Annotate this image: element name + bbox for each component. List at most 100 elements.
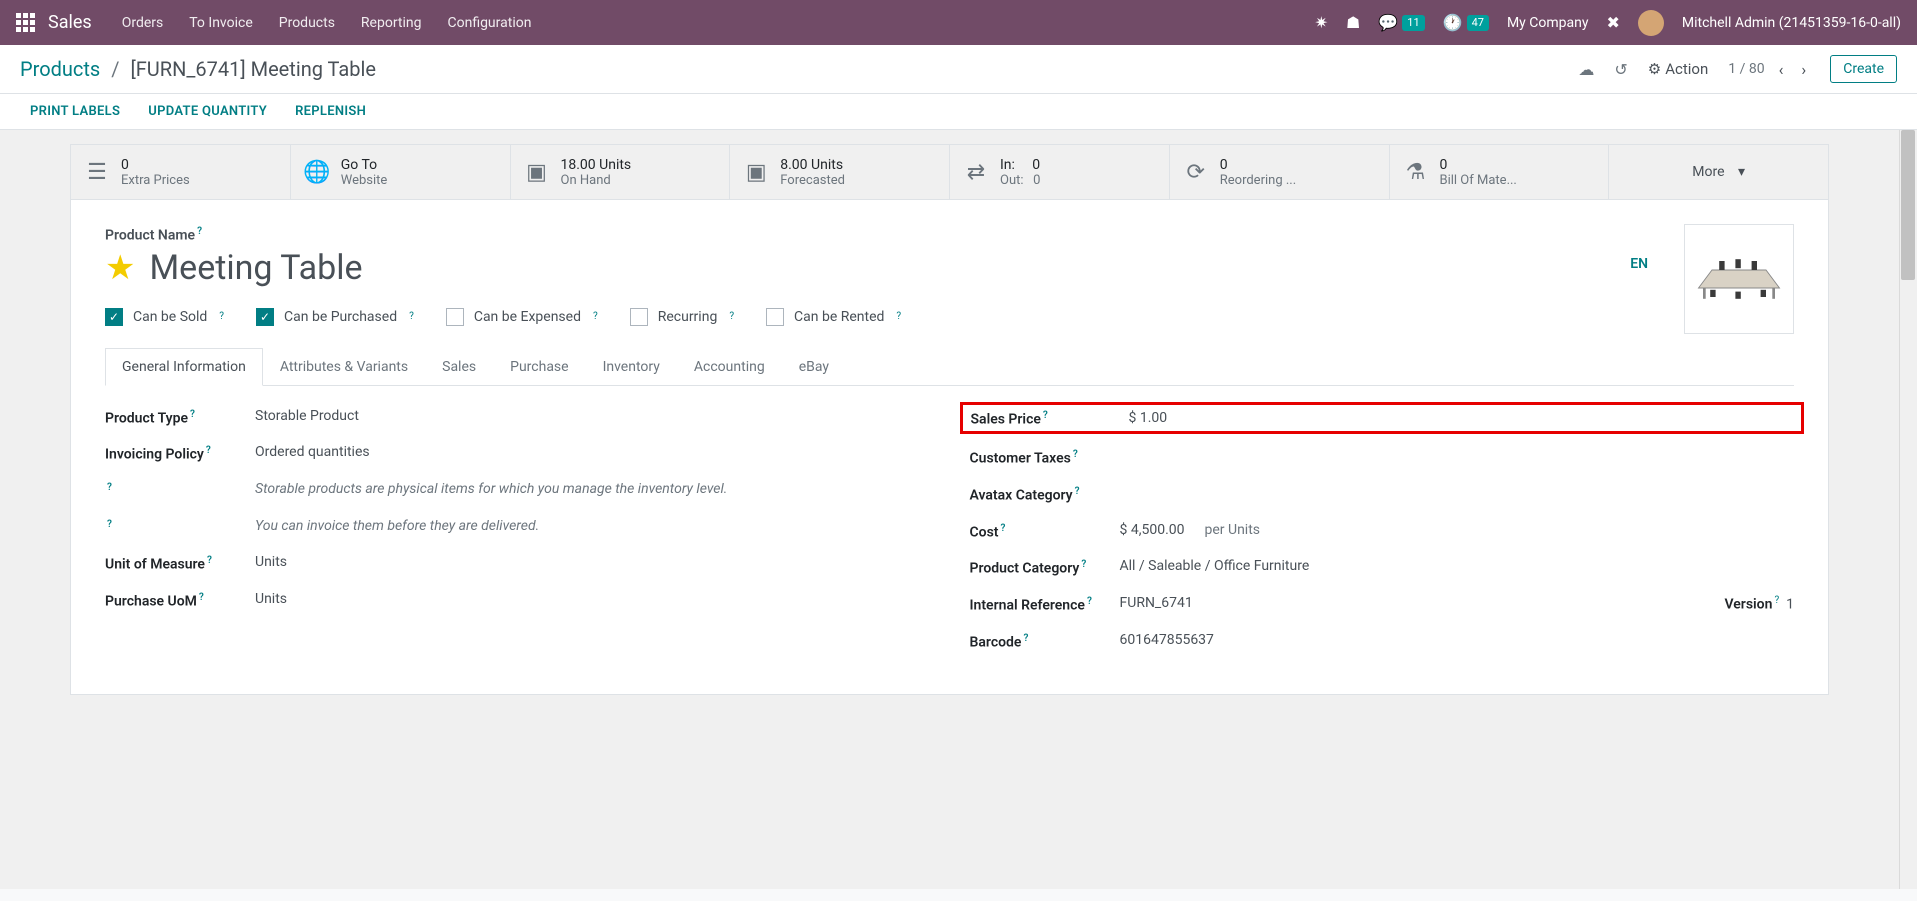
update-quantity-link[interactable]: UPDATE QUANTITY — [148, 104, 267, 119]
menu-configuration[interactable]: Configuration — [447, 15, 531, 31]
value-barcode[interactable]: 601647855637 — [1120, 632, 1795, 648]
pager: 1 / 80 ‹ › — [1728, 60, 1810, 79]
checkbox[interactable]: ✓ — [105, 308, 123, 326]
help-icon[interactable]: ? — [593, 311, 598, 322]
checkbox[interactable] — [630, 308, 648, 326]
value-sales-price[interactable]: $ 1.00 — [1129, 410, 1794, 426]
pager-position[interactable]: 1 / 80 — [1728, 61, 1764, 77]
stat-extra-prices[interactable]: ☰0Extra Prices — [70, 144, 291, 200]
action-label: Action — [1665, 60, 1708, 78]
help-icon[interactable]: ? — [197, 226, 202, 237]
tab-ebay[interactable]: eBay — [782, 348, 846, 386]
help-icon[interactable]: ? — [207, 555, 212, 566]
stat-on-hand[interactable]: ▣18.00 UnitsOn Hand — [511, 144, 731, 200]
boxes-icon: ▣ — [523, 158, 551, 186]
value-category[interactable]: All / Saleable / Office Furniture — [1120, 558, 1795, 574]
scrollbar-thumb[interactable] — [1901, 130, 1915, 280]
cloud-icon[interactable]: ☁ — [1578, 60, 1594, 79]
breadcrumb-back[interactable]: Products — [20, 57, 100, 81]
help-icon[interactable]: ? — [199, 592, 204, 603]
pager-next[interactable]: › — [1797, 60, 1810, 79]
debug-icon[interactable]: ✷ — [1315, 13, 1328, 32]
tab-purchase[interactable]: Purchase — [493, 348, 585, 386]
avatar[interactable] — [1638, 10, 1664, 36]
value-uom[interactable]: Units — [255, 554, 930, 570]
stat-forecasted[interactable]: ▣8.00 UnitsForecasted — [730, 144, 950, 200]
menu-to-invoice[interactable]: To Invoice — [189, 15, 253, 31]
chk-can-be-sold: ✓Can be Sold? — [105, 308, 224, 326]
label-customer-taxes: Customer Taxes? — [970, 448, 1120, 467]
tab-accounting[interactable]: Accounting — [677, 348, 782, 386]
action-dropdown[interactable]: ⚙ Action — [1648, 60, 1708, 78]
form-body: Product Name? ★ Meeting Table EN ✓Can be… — [70, 200, 1829, 695]
tab-general-information[interactable]: General Information — [105, 348, 263, 386]
help-icon[interactable]: ? — [1043, 410, 1048, 421]
checkbox[interactable] — [766, 308, 784, 326]
value-product-type[interactable]: Storable Product — [255, 408, 930, 424]
stat-more[interactable]: More ▾ — [1609, 144, 1829, 200]
support-icon[interactable]: ☗ — [1346, 13, 1360, 32]
help-icon[interactable]: ? — [1073, 449, 1078, 460]
language-badge[interactable]: EN — [1630, 256, 1648, 272]
undo-icon[interactable]: ↺ — [1614, 60, 1627, 79]
topbar: Sales Orders To Invoice Products Reporti… — [0, 0, 1917, 45]
action-bar: PRINT LABELS UPDATE QUANTITY REPLENISH — [0, 94, 1917, 130]
company-switcher[interactable]: My Company — [1507, 15, 1589, 31]
menu-products[interactable]: Products — [279, 15, 335, 31]
tab-attributes-variants[interactable]: Attributes & Variants — [263, 348, 425, 386]
help-icon[interactable]: ? — [1023, 633, 1028, 644]
value-cost[interactable]: $ 4,500.00per Units — [1120, 522, 1795, 538]
help-icon[interactable]: ? — [729, 311, 734, 322]
label-help1: ? — [105, 481, 255, 500]
messages-button[interactable]: 💬11 — [1378, 13, 1424, 32]
activities-button[interactable]: 🕐47 — [1443, 13, 1489, 32]
label-invoicing-policy: Invoicing Policy? — [105, 444, 255, 463]
help-icon[interactable]: ? — [1081, 559, 1086, 570]
scrollbar-track[interactable] — [1899, 130, 1917, 889]
menu-reporting[interactable]: Reporting — [361, 15, 422, 31]
help-icon[interactable]: ? — [107, 482, 112, 493]
help-icon[interactable]: ? — [107, 519, 112, 530]
help-icon[interactable]: ? — [409, 311, 414, 322]
tab-inventory[interactable]: Inventory — [586, 348, 677, 386]
help-icon[interactable]: ? — [1000, 523, 1005, 534]
tab-sales[interactable]: Sales — [425, 348, 493, 386]
tools-icon[interactable]: ✖‍ — [1606, 13, 1619, 32]
breadcrumb-current: [FURN_6741] Meeting Table — [130, 57, 376, 81]
pager-prev[interactable]: ‹ — [1775, 60, 1788, 79]
print-labels-link[interactable]: PRINT LABELS — [30, 104, 120, 119]
help-icon[interactable]: ? — [1087, 596, 1092, 607]
value-purchase-uom[interactable]: Units — [255, 591, 930, 607]
stat-reordering[interactable]: ⟳0Reordering ... — [1170, 144, 1390, 200]
stat-in-out[interactable]: ⇄In: 0Out: 0 — [950, 144, 1170, 200]
stat-bom[interactable]: ⚗0Bill Of Mate... — [1390, 144, 1610, 200]
help-icon[interactable]: ? — [219, 311, 224, 322]
menu-orders[interactable]: Orders — [122, 15, 164, 31]
label-sales-price: Sales Price? — [971, 409, 1129, 428]
title-row: ★ Meeting Table — [105, 248, 1794, 288]
control-bar: Products / [FURN_6741] Meeting Table ☁ ↺… — [0, 45, 1917, 94]
checkbox[interactable] — [446, 308, 464, 326]
value-internal-ref[interactable]: FURN_6741Version? 1 — [1120, 595, 1795, 613]
checkbox[interactable]: ✓ — [256, 308, 274, 326]
form-right-col: Sales Price? $ 1.00 Customer Taxes? Avat… — [970, 408, 1795, 669]
user-name[interactable]: Mitchell Admin (21451359-16-0-all) — [1682, 15, 1901, 31]
label-internal-ref: Internal Reference? — [970, 595, 1120, 614]
help-icon[interactable]: ? — [1075, 486, 1080, 497]
stat-website[interactable]: 🌐Go ToWebsite — [291, 144, 511, 200]
stat-boxes: ☰0Extra Prices 🌐Go ToWebsite ▣18.00 Unit… — [70, 144, 1829, 200]
help-icon[interactable]: ? — [206, 445, 211, 456]
value-version[interactable]: 1 — [1786, 597, 1794, 613]
product-name[interactable]: Meeting Table — [149, 248, 362, 288]
create-button[interactable]: Create — [1830, 55, 1897, 83]
help-icon[interactable]: ? — [190, 409, 195, 420]
label-product-type: Product Type? — [105, 408, 255, 427]
favorite-star[interactable]: ★ — [105, 248, 135, 288]
apps-icon[interactable] — [16, 13, 36, 33]
option-checkboxes: ✓Can be Sold? ✓Can be Purchased? Can be … — [105, 308, 1794, 326]
help-icon[interactable]: ? — [1774, 595, 1779, 606]
value-invoicing-policy[interactable]: Ordered quantities — [255, 444, 930, 460]
replenish-link[interactable]: REPLENISH — [295, 104, 366, 119]
product-image[interactable] — [1684, 224, 1794, 334]
help-icon[interactable]: ? — [896, 311, 901, 322]
